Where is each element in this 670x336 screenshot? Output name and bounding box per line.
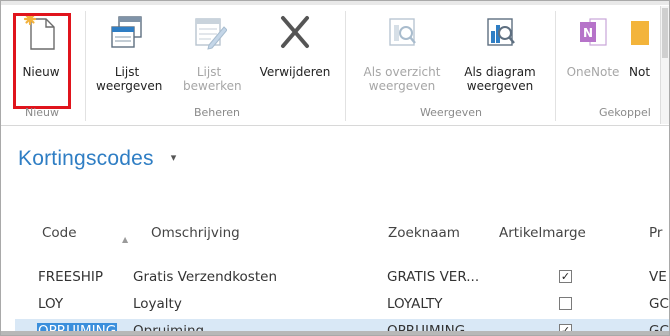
- as-chart-button[interactable]: Als diagram weergeven: [453, 5, 547, 103]
- as-overview-label: Als overzicht weergeven: [363, 65, 441, 93]
- onenote-label: OneNote: [566, 65, 620, 79]
- ribbon-separator: [85, 11, 86, 121]
- page-title: Kortingscodes: [18, 147, 154, 170]
- onenote-button[interactable]: N OneNote: [563, 5, 623, 103]
- list-view-button[interactable]: Lijst weergeven: [94, 5, 163, 103]
- group-label-new: Nieuw: [24, 106, 60, 119]
- list-view-label: Lijst weergeven: [96, 65, 163, 93]
- cell-search-name: LOYALTY: [387, 296, 443, 312]
- scrollbar-thumb[interactable]: [662, 8, 668, 58]
- cell-code[interactable]: FREESHIP: [38, 269, 103, 285]
- title-dropdown-icon[interactable]: ▾: [171, 151, 177, 164]
- window-bottom-edge: [1, 331, 669, 335]
- delete-label: Verwijderen: [259, 65, 331, 79]
- column-header-description[interactable]: Omschrijving: [151, 225, 240, 241]
- edit-list-icon: [191, 13, 228, 54]
- svg-text:N: N: [583, 26, 593, 40]
- sort-ascending-icon: ▲: [122, 235, 129, 244]
- list-view-icon: [109, 13, 145, 54]
- ribbon-separator: [345, 11, 346, 121]
- notes-label: Not: [629, 65, 651, 79]
- list-edit-button[interactable]: Lijst bewerken: [181, 5, 242, 103]
- overview-icon: [384, 13, 420, 54]
- notes-icon: [625, 13, 653, 54]
- page-title-row: Kortingscodes ▾: [18, 147, 176, 177]
- ribbon-separator: [555, 11, 556, 121]
- table-row[interactable]: LOY Loyalty LOYALTY GC: [15, 292, 669, 317]
- ribbon: Nieuw Lijst weergeven Lijst bewerken Ver…: [1, 5, 669, 126]
- column-header-code[interactable]: Code: [42, 225, 77, 241]
- list-edit-label: Lijst bewerken: [183, 65, 242, 93]
- group-label-view: Weergeven: [419, 106, 483, 119]
- cell-code[interactable]: LOY: [38, 296, 63, 312]
- new-button-highlight: [13, 13, 71, 109]
- cell-extra: GC: [649, 296, 669, 312]
- ribbon-scrollbar[interactable]: [660, 6, 669, 124]
- window-frame: Nieuw Lijst weergeven Lijst bewerken Ver…: [0, 0, 670, 336]
- as-overview-button[interactable]: Als overzicht weergeven: [355, 5, 449, 103]
- chart-icon: [482, 13, 518, 54]
- table-row[interactable]: FREESHIP Gratis Verzendkosten GRATIS VER…: [15, 265, 669, 290]
- cell-search-name: GRATIS VER...: [387, 269, 480, 285]
- item-margin-checkbox[interactable]: ✓: [559, 270, 572, 283]
- item-margin-checkbox[interactable]: [559, 297, 572, 310]
- onenote-icon: N: [576, 13, 610, 54]
- column-header-extra[interactable]: Pr: [649, 225, 662, 241]
- cell-description: Loyalty: [133, 296, 182, 312]
- as-chart-label: Als diagram weergeven: [464, 65, 536, 93]
- column-header-search-name[interactable]: Zoeknaam: [388, 225, 460, 241]
- cell-extra: VE: [649, 269, 667, 285]
- delete-button[interactable]: Verwijderen: [253, 5, 337, 103]
- column-header-item-margin[interactable]: Artikelmarge: [499, 225, 586, 241]
- group-label-manage: Beheren: [193, 106, 241, 119]
- delete-x-icon: [278, 13, 312, 54]
- cell-description: Gratis Verzendkosten: [133, 269, 277, 285]
